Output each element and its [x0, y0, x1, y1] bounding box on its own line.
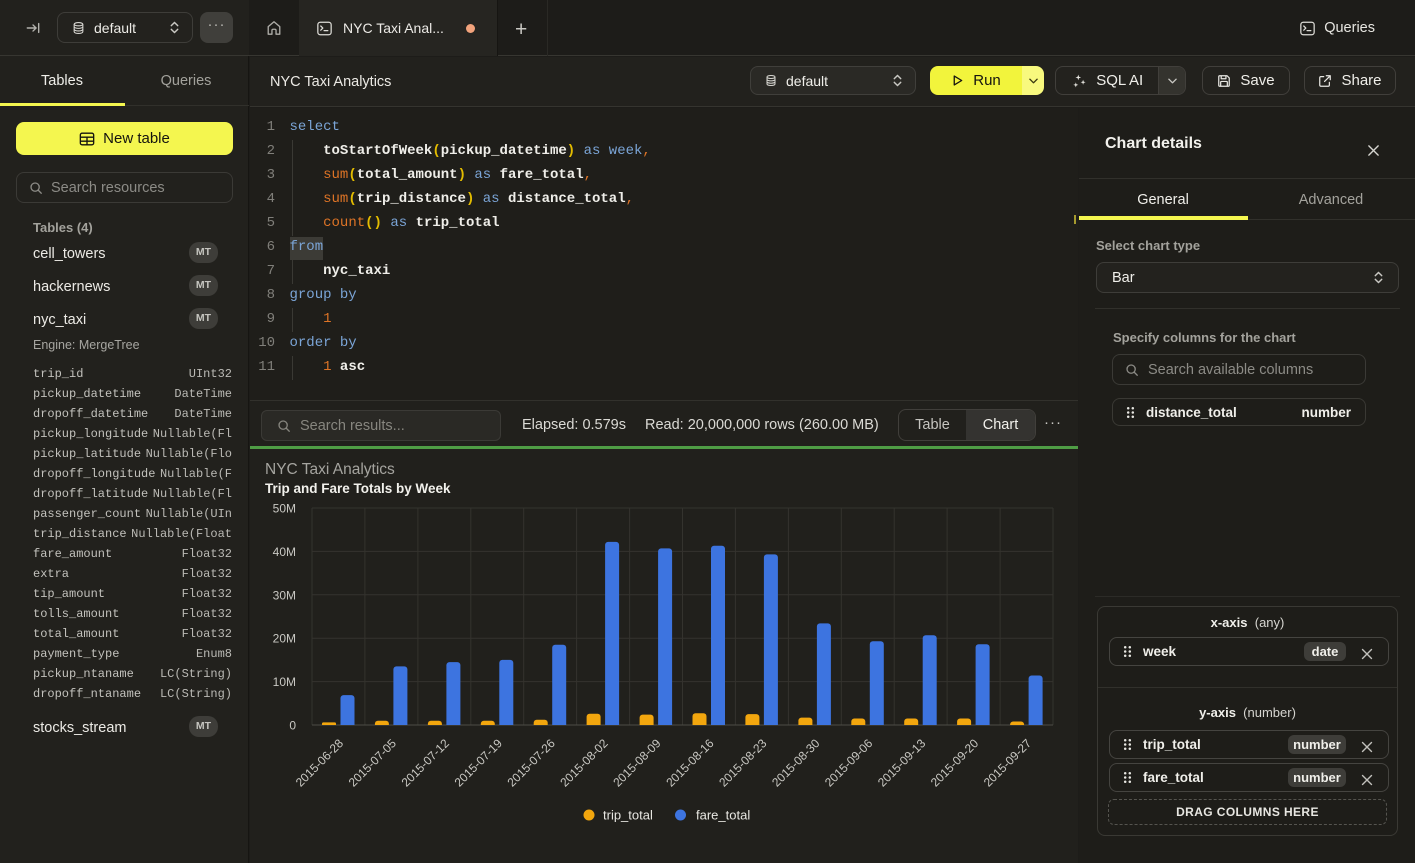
- svg-text:50M: 50M: [273, 502, 296, 516]
- svg-text:10M: 10M: [273, 675, 296, 689]
- svg-text:2015-07-05: 2015-07-05: [346, 736, 400, 790]
- svg-text:2015-07-26: 2015-07-26: [505, 736, 559, 790]
- svg-text:trip_total: trip_total: [603, 808, 653, 823]
- svg-text:2015-08-16: 2015-08-16: [663, 736, 717, 790]
- svg-text:2015-08-02: 2015-08-02: [557, 736, 611, 790]
- svg-text:2015-08-30: 2015-08-30: [769, 736, 823, 790]
- svg-text:2015-08-09: 2015-08-09: [610, 736, 664, 790]
- svg-text:30M: 30M: [273, 588, 296, 602]
- svg-text:2015-06-28: 2015-06-28: [293, 736, 347, 790]
- svg-text:2015-07-12: 2015-07-12: [399, 736, 453, 790]
- svg-text:0: 0: [289, 719, 296, 733]
- svg-text:2015-09-27: 2015-09-27: [981, 736, 1035, 790]
- svg-text:2015-09-20: 2015-09-20: [928, 736, 982, 790]
- svg-text:2015-08-23: 2015-08-23: [716, 736, 770, 790]
- svg-text:20M: 20M: [273, 632, 296, 646]
- svg-text:40M: 40M: [273, 545, 296, 559]
- svg-text:fare_total: fare_total: [696, 808, 750, 823]
- svg-text:2015-07-19: 2015-07-19: [452, 736, 506, 790]
- svg-text:2015-09-06: 2015-09-06: [822, 736, 876, 790]
- svg-text:2015-09-13: 2015-09-13: [875, 736, 929, 790]
